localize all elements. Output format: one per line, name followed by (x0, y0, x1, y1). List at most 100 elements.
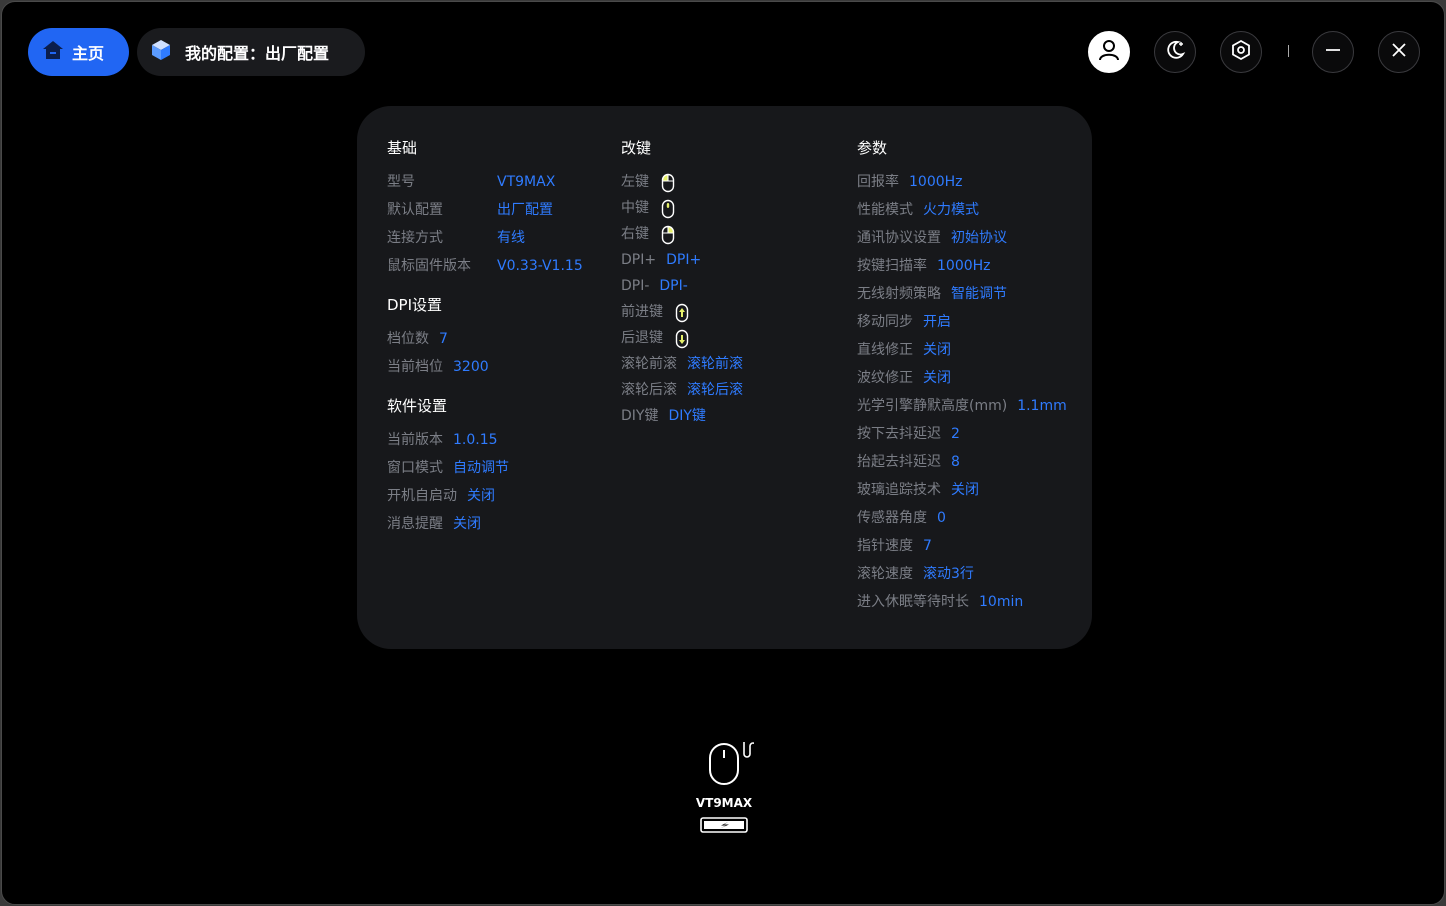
param-row: 按下去抖延迟 2 (857, 423, 1067, 451)
row-label: 右键 (621, 226, 649, 242)
wired-mouse-icon (708, 740, 757, 790)
row-value: 关闭 (453, 516, 481, 532)
row-value: VT9MAX (497, 174, 556, 190)
mouse-right-icon (661, 225, 675, 252)
profile-label: 我的配置：出厂配置 (185, 44, 330, 63)
row-value: 关闭 (951, 482, 979, 498)
software-row-autostart: 开机自启动 关闭 (387, 485, 583, 513)
software-row-notification: 消息提醒 关闭 (387, 513, 583, 541)
cube-icon (149, 38, 173, 66)
param-row: 回报率 1000Hz (857, 171, 1067, 199)
mouse-left-icon (661, 173, 675, 200)
settings-icon (1230, 39, 1252, 65)
software-row-version: 当前版本 1.0.15 (387, 429, 583, 457)
param-row: 通讯协议设置 初始协议 (857, 227, 1067, 255)
row-label: 左键 (621, 174, 649, 190)
mouse-back-icon (675, 329, 689, 356)
row-value: 滚轮后滚 (687, 382, 743, 398)
key-row-forward: 前进键 (621, 301, 743, 327)
key-row-back: 后退键 (621, 327, 743, 353)
key-row-left: 左键 (621, 171, 743, 197)
row-value: 初始协议 (951, 230, 1007, 246)
key-row-middle: 中键 (621, 197, 743, 223)
row-value: 2 (951, 426, 960, 442)
row-label: 滚轮速度 (857, 566, 913, 582)
dpi-row-levels: 档位数 7 (387, 328, 583, 356)
keys-title: 改键 (621, 139, 652, 157)
minimize-button[interactable] (1312, 31, 1354, 73)
row-label: 进入休眠等待时长 (857, 594, 969, 610)
param-row: 抬起去抖延迟 8 (857, 451, 1067, 479)
row-label: 按键扫描率 (857, 258, 927, 274)
app-window: 主页 我的配置：出厂配置 基础 型号 VT9MAX 默认配置 出厂配置 连接方式… (1, 1, 1445, 905)
row-label: 通讯协议设置 (857, 230, 941, 246)
basic-row-connection: 连接方式 有线 (387, 227, 583, 255)
row-label: 回报率 (857, 174, 899, 190)
row-label: 无线射频策略 (857, 286, 941, 302)
key-row-right: 右键 (621, 223, 743, 249)
basic-column: 基础 型号 VT9MAX 默认配置 出厂配置 连接方式 有线 鼠标固件版本 V0.33-… (387, 138, 583, 541)
row-label: 默认配置 (387, 202, 443, 218)
home-button[interactable]: 主页 (28, 28, 129, 76)
key-row-dpi-plus: DPI+ DPI+ (621, 249, 743, 275)
row-value: DPI+ (666, 252, 702, 268)
close-button[interactable] (1378, 31, 1420, 73)
row-value: 8 (951, 454, 960, 470)
row-value: DPI- (659, 278, 688, 294)
row-value: 1000Hz (937, 258, 991, 274)
row-label: 按下去抖延迟 (857, 426, 941, 442)
row-label: 窗口模式 (387, 460, 443, 476)
software-row-window-mode: 窗口模式 自动调节 (387, 457, 583, 485)
device-card[interactable]: VT9MAX (694, 740, 764, 835)
row-label: 后退键 (621, 330, 663, 346)
dpi-title: DPI设置 (387, 296, 443, 314)
key-row-dpi-minus: DPI- DPI- (621, 275, 743, 301)
row-value: 滚动3行 (923, 566, 974, 582)
mouse-middle-icon (661, 199, 675, 226)
user-button[interactable] (1088, 31, 1130, 73)
close-icon (1390, 41, 1408, 63)
row-label: 波纹修正 (857, 370, 913, 386)
row-value: V0.33-V1.15 (497, 258, 583, 274)
params-title: 参数 (857, 139, 888, 157)
row-label: DPI- (621, 278, 650, 294)
minimize-icon (1324, 41, 1342, 63)
settings-button[interactable] (1220, 31, 1262, 73)
param-row: 传感器角度 0 (857, 507, 1067, 535)
row-value: 7 (923, 538, 932, 554)
row-label: 消息提醒 (387, 516, 443, 532)
row-value: 开启 (923, 314, 951, 330)
row-value: 0 (937, 510, 946, 526)
row-label: 性能模式 (857, 202, 913, 218)
row-value: 1000Hz (909, 174, 963, 190)
profile-selector[interactable]: 我的配置：出厂配置 (137, 28, 365, 76)
row-label: 直线修正 (857, 342, 913, 358)
param-row: 无线射频策略 智能调节 (857, 283, 1067, 311)
row-value: 7 (439, 331, 448, 347)
row-value: 10min (979, 594, 1024, 610)
row-value: 火力模式 (923, 202, 979, 218)
param-row: 进入休眠等待时长 10min (857, 591, 1067, 619)
param-row: 滚轮速度 滚动3行 (857, 563, 1067, 591)
params-column: 参数 回报率 1000Hz 性能模式 火力模式 通讯协议设置 初始协议 按键扫描率 10… (857, 138, 1067, 619)
battery-charging-icon (700, 816, 750, 838)
row-label: 档位数 (387, 331, 429, 347)
row-label: 光学引擎静默高度(mm) (857, 398, 1008, 414)
toolbar-divider (1288, 45, 1289, 57)
param-row: 直线修正 关闭 (857, 339, 1067, 367)
param-row: 移动同步 开启 (857, 311, 1067, 339)
param-row: 性能模式 火力模式 (857, 199, 1067, 227)
row-value: 滚轮前滚 (687, 356, 743, 372)
row-label: 玻璃追踪技术 (857, 482, 941, 498)
row-label: 滚轮后滚 (621, 382, 677, 398)
config-summary-card: 基础 型号 VT9MAX 默认配置 出厂配置 连接方式 有线 鼠标固件版本 V0.33-… (357, 106, 1092, 649)
theme-toggle-button[interactable] (1154, 31, 1196, 73)
row-label: 抬起去抖延迟 (857, 454, 941, 470)
row-value: 3200 (453, 359, 489, 375)
row-value: 关闭 (467, 488, 495, 504)
param-row: 光学引擎静默高度(mm) 1.1mm (857, 395, 1067, 423)
param-row: 按键扫描率 1000Hz (857, 255, 1067, 283)
row-label: 型号 (387, 174, 415, 190)
param-row: 玻璃追踪技术 关闭 (857, 479, 1067, 507)
row-label: 中键 (621, 200, 649, 216)
